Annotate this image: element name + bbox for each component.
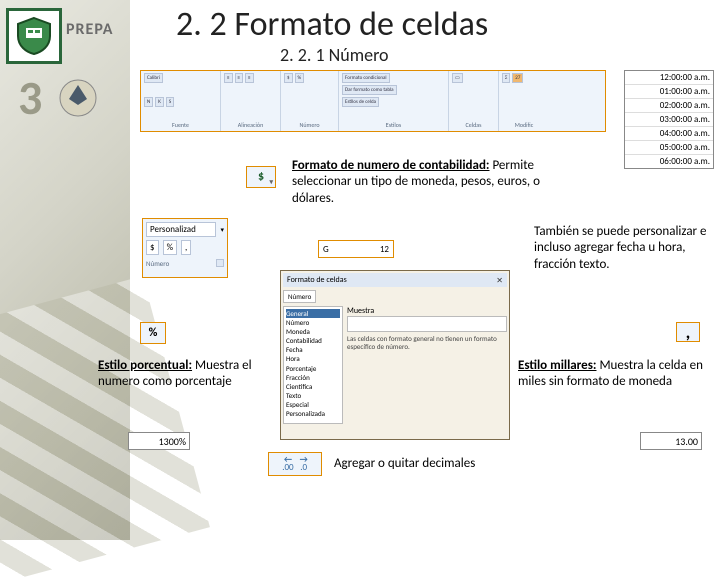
time-row: 03:00:00 a.m. — [625, 113, 713, 127]
list-item[interactable]: General — [286, 309, 340, 318]
custom-format-description: También se puede personalizar e incluso … — [534, 224, 712, 273]
list-item[interactable]: Fracción — [286, 373, 340, 382]
number-format-pane: Personalizad▾ $ % , Número — [142, 218, 228, 278]
currency-icon[interactable]: $ — [146, 240, 159, 255]
time-row: 01:00:00 a.m. — [625, 85, 713, 99]
time-row: 04:00:00 a.m. — [625, 127, 713, 141]
format-table: Dar formato como tabla — [342, 85, 397, 95]
cond-format: Formato condicional — [342, 73, 390, 83]
list-item[interactable]: Hora — [286, 354, 340, 363]
prepa-label: PREPA — [66, 20, 113, 39]
edit-group-label: Modific — [502, 121, 546, 129]
general-left: G — [323, 244, 329, 255]
school-shield-icon — [6, 8, 62, 64]
decimal-buttons[interactable]: ←.00 →.0 — [268, 452, 322, 476]
font-group-label: Fuente — [144, 121, 217, 129]
time-row: 05:00:00 a.m. — [625, 141, 713, 155]
number-group-label: Número — [284, 121, 335, 129]
list-item[interactable]: Número — [286, 318, 340, 327]
time-row: 06:00:00 a.m. — [625, 155, 713, 168]
align-group-label: Alineación — [224, 121, 277, 129]
accounting-title: Formato de numero de contabilidad: — [292, 158, 490, 173]
styles-group-label: Estilos — [342, 121, 445, 129]
list-item[interactable]: Moneda — [286, 327, 340, 336]
time-row: 12:00:00 a.m. — [625, 71, 713, 85]
general-right: 12 — [380, 244, 389, 255]
list-item[interactable]: Fecha — [286, 345, 340, 354]
percent-title: Estilo porcentual: — [98, 358, 192, 373]
percent-description: Estilo porcentual: Muestra el numero com… — [98, 358, 262, 391]
miles-title: Estilo millares: — [518, 358, 596, 373]
list-item[interactable]: Porcentaje — [286, 364, 340, 373]
font-name: Calibri — [144, 73, 163, 83]
time-list: 12:00:00 a.m. 01:00:00 a.m. 02:00:00 a.m… — [624, 70, 714, 169]
format-cells-dialog: Formato de celdas ✕ Número General Númer… — [280, 270, 510, 440]
number-group-footer: Número — [146, 259, 169, 268]
list-item[interactable]: Texto — [286, 391, 340, 400]
cell-styles: Estilos de celda — [342, 97, 379, 107]
percent-icon[interactable]: % — [163, 240, 177, 255]
list-item[interactable]: Personalizada — [286, 409, 340, 418]
category-description: Las celdas con formato general no tienen… — [347, 335, 507, 352]
list-item[interactable]: Especial — [286, 400, 340, 409]
percent-sample-cell: 1300% — [128, 432, 190, 450]
currency-format-button[interactable]: $ — [246, 166, 276, 188]
list-item[interactable]: Contabilidad — [286, 336, 340, 345]
dialog-title: Formato de celdas — [287, 275, 347, 285]
number-tab[interactable]: Número — [283, 290, 316, 303]
decimal-description: Agregar o quitar decimales — [334, 456, 475, 471]
dialog-launcher-icon[interactable] — [216, 259, 224, 267]
increase-decimal-icon[interactable]: ←.00 — [282, 456, 293, 472]
number-sample-cell: 13.00 — [640, 432, 702, 450]
cells-group-label: Celdas — [452, 121, 495, 129]
comma-style-button[interactable]: , — [676, 322, 700, 342]
accounting-description: Formato de numero de contabilidad: Permi… — [292, 158, 552, 207]
excel-ribbon: Calibri NKS Fuente ≡≡≡ Alineación $% Núm… — [140, 70, 606, 132]
custom-format-name: Personalizad — [146, 222, 216, 237]
sample-box — [347, 316, 507, 332]
decrease-decimal-icon[interactable]: →.0 — [300, 456, 308, 472]
category-list[interactable]: General Número Moneda Contabilidad Fecha… — [283, 306, 343, 424]
list-item[interactable]: Científica — [286, 382, 340, 391]
percent-style-button[interactable]: % — [140, 322, 166, 344]
time-row: 02:00:00 a.m. — [625, 99, 713, 113]
sample-label: Muestra — [347, 306, 507, 316]
close-icon[interactable]: ✕ — [496, 276, 503, 285]
slide-subtitle: 2. 2. 1 Número — [280, 44, 389, 66]
badge-number: 3 — [18, 68, 42, 127]
comma-icon[interactable]: , — [181, 240, 191, 255]
eagle-badge-icon — [56, 76, 100, 120]
miles-description: Estilo millares: Muestra la celda en mil… — [518, 358, 716, 391]
slide-title: 2. 2 Formato de celdas — [176, 4, 488, 45]
general-format-sample: G 12 — [318, 240, 394, 258]
